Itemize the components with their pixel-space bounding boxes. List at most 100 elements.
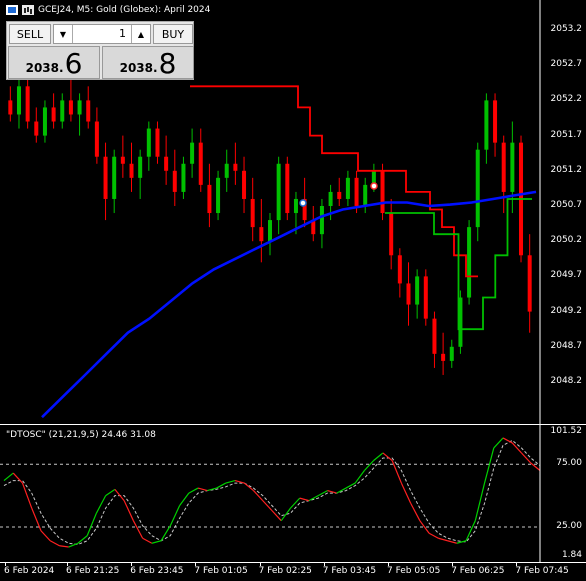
oscillator-segment [271, 510, 282, 522]
candle-body [120, 156, 125, 164]
price-axis-label: 2050.7 [550, 200, 583, 210]
time-axis-tick [452, 563, 454, 566]
oscillator-axis-label: 101.52 [550, 426, 583, 436]
oscillator-segment [216, 482, 227, 489]
oscillator-segment [465, 520, 476, 542]
sell-marker-icon [370, 182, 378, 190]
lot-size-stepper[interactable]: ▼ 1 ▲ [53, 24, 151, 44]
buy-price[interactable]: 2038. 8 [102, 46, 194, 79]
oscillator-segment [483, 447, 495, 484]
candle-body [493, 100, 498, 143]
oscillator-segment [188, 487, 199, 494]
buy-marker-icon [299, 199, 307, 207]
candle-body [389, 213, 394, 256]
oscillator-axis-label: 25.00 [556, 520, 582, 531]
sell-price[interactable]: 2038. 6 [8, 46, 100, 79]
candle-body [60, 100, 65, 122]
oscillator-segment [382, 452, 393, 461]
time-axis-label: 6 Feb 21:25 [66, 566, 120, 576]
candle-body [34, 121, 39, 136]
candle-body [328, 191, 333, 206]
candle-body [319, 206, 324, 235]
oscillator-segment [447, 540, 457, 544]
candle-body [112, 156, 117, 199]
chevron-up-icon[interactable]: ▲ [131, 25, 150, 43]
candle-body [484, 100, 489, 150]
price-axis-label: 2051.2 [550, 164, 583, 175]
lot-size-value[interactable]: 1 [119, 27, 126, 40]
chart-title: GCEJ24, M5: Gold (Globex): April 2024 [38, 5, 211, 15]
oscillator-signal-line [3, 439, 541, 546]
chart-title-bar: GCEJ24, M5: Gold (Globex): April 2024 [6, 5, 210, 15]
oscillator-segment [428, 532, 439, 539]
oscillator-segment [12, 472, 23, 484]
oscillator-segment [77, 535, 88, 544]
chart-window-icon[interactable] [6, 5, 18, 15]
candle-body [345, 177, 350, 199]
sell-price-big-digit: 6 [64, 47, 83, 80]
candle-body [8, 100, 13, 115]
candle-body [250, 198, 255, 228]
candle-body [259, 227, 264, 242]
time-axis-tick [516, 563, 518, 566]
time-axis-tick [131, 563, 133, 566]
sell-button[interactable]: SELL [9, 24, 51, 44]
oscillator-segment [502, 437, 513, 444]
candle-body [190, 142, 195, 164]
time-axis-label: 6 Feb 2024 [4, 566, 55, 576]
chevron-down-icon[interactable]: ▼ [54, 25, 73, 43]
oscillator-segment [179, 492, 190, 506]
candle-body [363, 184, 368, 206]
oscillator-segment [243, 482, 254, 492]
bars-type-icon[interactable] [22, 5, 34, 15]
time-axis-tick [259, 563, 261, 566]
oscillator-segment [290, 497, 301, 509]
oscillator-segment [59, 545, 69, 548]
oscillator-segment [400, 482, 412, 504]
price-axis-label: 2052.7 [550, 59, 583, 70]
oscillator-segment [299, 497, 310, 502]
candle-body [449, 346, 454, 361]
oscillator-segment [373, 452, 384, 461]
candle-body [51, 107, 56, 122]
time-axis-tick [67, 563, 68, 566]
candle-body [172, 170, 177, 192]
price-axis-label: 2048.2 [550, 376, 583, 386]
candle-body [181, 163, 186, 192]
buy-button[interactable]: BUY [153, 24, 193, 44]
oscillator-chart[interactable] [0, 425, 586, 563]
time-axis-tick [323, 563, 325, 566]
time-axis-label: 7 Feb 03:45 [322, 566, 377, 576]
candle-body [406, 283, 411, 305]
candle-body [224, 163, 229, 178]
price-axis-label: 2051.7 [550, 129, 583, 140]
oscillator-segment [40, 530, 51, 542]
candle-body [77, 100, 82, 115]
candle-body [146, 128, 151, 157]
time-axis-tick [388, 563, 389, 566]
time-axis-tick [195, 563, 197, 566]
oscillator-segment [114, 488, 125, 502]
oscillator-segment [317, 490, 328, 497]
price-axis-label: 2053.2 [550, 24, 583, 34]
oscillator-segment [151, 540, 162, 544]
oscillator-axis-label: 1.84 [561, 550, 582, 560]
price-axis-label: 2048.7 [550, 340, 583, 351]
candle-body [25, 86, 30, 122]
candle-body [467, 227, 472, 298]
oscillator-segment [105, 488, 116, 497]
oscillator-segment [493, 437, 504, 449]
candle-body [103, 156, 108, 199]
oscillator-segment [3, 472, 14, 482]
candle-body [510, 142, 515, 192]
time-axis-label: 6 Feb 23:45 [130, 566, 184, 576]
price-axis-label: 2049.2 [550, 305, 583, 316]
oscillator-segment [49, 540, 60, 547]
price-axis-label: 2050.2 [550, 235, 583, 246]
time-axis-label: 7 Feb 01:05 [194, 566, 248, 576]
time-axis-label: 7 Feb 06:25 [451, 566, 505, 576]
candle-body [94, 121, 99, 157]
time-axis: 6 Feb 2024 6 Feb 21:25 6 Feb 23:45 7 Feb 01… [0, 563, 586, 581]
candle-body [207, 184, 212, 214]
candle-body [86, 100, 91, 122]
